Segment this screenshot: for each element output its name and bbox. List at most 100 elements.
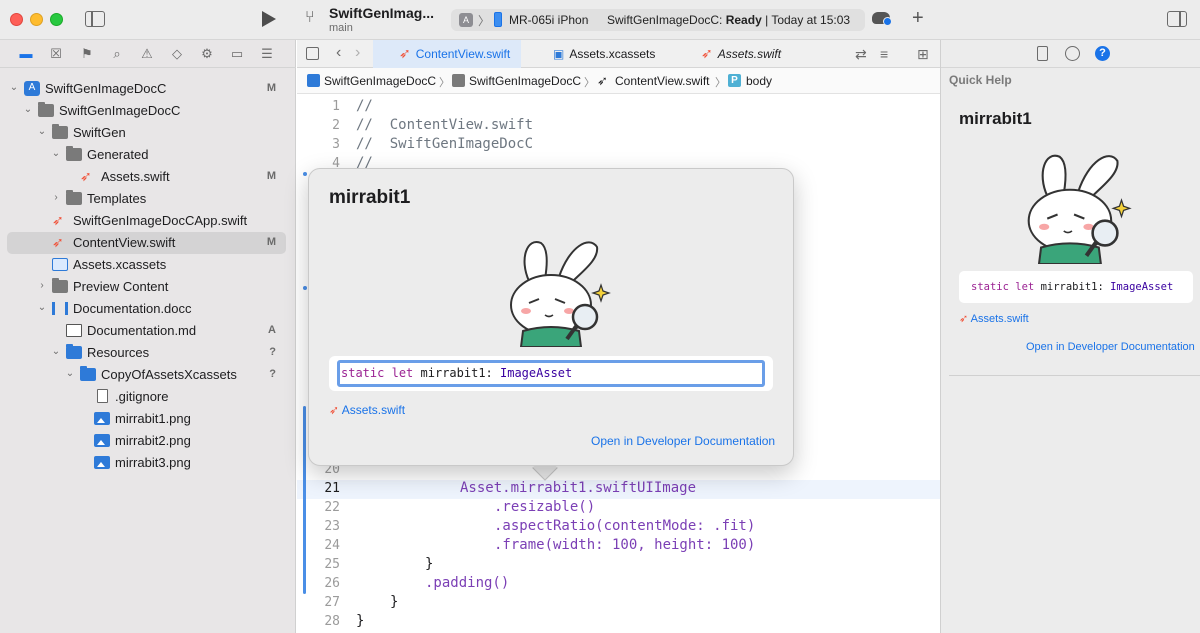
tree-row-group[interactable]: ⌄ Documentation.docc xyxy=(7,298,286,320)
code-text: } xyxy=(356,613,365,629)
warning-icon[interactable]: ⚠ xyxy=(139,46,155,62)
tab-contentview[interactable]: ➶ ContentView.swift xyxy=(373,40,521,68)
cloud-icon[interactable] xyxy=(872,12,892,26)
inspector-tabs: ? xyxy=(941,40,1200,68)
tree-row-group[interactable]: ⌄ Generated xyxy=(7,144,286,166)
change-indicator[interactable] xyxy=(303,406,306,594)
scheme-activity-view[interactable]: A 〉 MR-065i iPhone SwiftGenImageDocC: Re… xyxy=(451,9,865,31)
tree-row-file[interactable]: mirrabit2.png xyxy=(7,430,286,452)
project-icon xyxy=(307,74,320,87)
branch-icon: ⑂ xyxy=(305,9,315,26)
code-line[interactable]: 25} xyxy=(297,556,940,575)
tree-row-group[interactable]: ⌄ Resources ? xyxy=(7,342,286,364)
tree-row-group[interactable]: › Preview Content xyxy=(7,276,286,298)
split-editor-icon[interactable]: ⊞ xyxy=(917,46,929,63)
jump-bar-group[interactable]: SwiftGenImageDocC xyxy=(469,74,581,88)
project-title[interactable]: SwiftGenImag... xyxy=(329,5,434,21)
close-window-button[interactable] xyxy=(10,13,23,26)
inspector-toggle-icon[interactable] xyxy=(1167,11,1187,27)
chevron-down-icon[interactable]: ⌄ xyxy=(9,82,19,93)
add-icon[interactable]: + xyxy=(912,8,924,28)
open-documentation-link[interactable]: Open in Developer Documentation xyxy=(591,434,775,448)
line-number: 28 xyxy=(324,614,340,629)
code-line[interactable]: 27} xyxy=(297,594,940,613)
run-destination[interactable]: MR-065i iPhone xyxy=(509,13,589,27)
code-line-current[interactable]: 21 Asset.mirrabit1.swiftUIImage xyxy=(297,480,940,499)
code-line[interactable]: 28} xyxy=(297,613,940,632)
tab-assets-xcassets[interactable]: ▣ Assets.xcassets xyxy=(533,40,673,68)
code-line[interactable]: 1 // xyxy=(297,98,940,117)
book-icon xyxy=(66,324,82,337)
breakpoint-icon[interactable]: ▭ xyxy=(229,46,245,62)
open-documentation-link[interactable]: Open in Developer Documentation xyxy=(1026,341,1195,353)
code-line[interactable]: 22 .resizable() xyxy=(297,499,940,518)
tree-row-project[interactable]: ⌄ A SwiftGenImageDocC M xyxy=(7,78,286,100)
code-line[interactable]: 2 // ContentView.swift xyxy=(297,117,940,136)
popover-source-link[interactable]: ➶ Assets.swift xyxy=(329,403,405,417)
search-icon[interactable]: ⌕ xyxy=(109,46,125,62)
file-inspector-icon[interactable] xyxy=(1037,46,1048,61)
tree-row-file-selected[interactable]: ➶ ContentView.swift M xyxy=(7,232,286,254)
chevron-down-icon[interactable]: ⌄ xyxy=(37,126,47,137)
folder-icon[interactable]: ▬ xyxy=(18,46,34,62)
code-line[interactable]: 26 .padding() xyxy=(297,575,940,594)
tree-row-file[interactable]: Assets.xcassets xyxy=(7,254,286,276)
chevron-down-icon[interactable]: ⌄ xyxy=(51,346,61,357)
change-marker-icon[interactable] xyxy=(303,172,307,176)
tree-row-group[interactable]: › Templates xyxy=(7,188,286,210)
tree-row-label: SwiftGenImageDocC xyxy=(45,81,167,96)
test-icon[interactable]: ◇ xyxy=(169,46,185,62)
tree-row-file[interactable]: ➶ Assets.swift M xyxy=(7,166,286,188)
project-navigator: ▬ ☒ ⚑ ⌕ ⚠ ◇ ⚙ ▭ ☰ ⌄ A SwiftGenImageDocC … xyxy=(0,40,296,633)
tree-row-file[interactable]: Documentation.md A xyxy=(7,320,286,342)
tab-assets-swift[interactable]: ➶ Assets.swift xyxy=(683,40,813,68)
tree-row-file[interactable]: .gitignore xyxy=(7,386,286,408)
code-text: .padding() xyxy=(425,575,510,591)
line-number: 2 xyxy=(332,118,340,133)
code-line[interactable]: 3 // SwiftGenImageDocC xyxy=(297,136,940,155)
minimize-window-button[interactable] xyxy=(30,13,43,26)
related-items-icon[interactable]: ⇄ xyxy=(855,46,867,63)
bookmark-icon[interactable]: ⚑ xyxy=(79,46,95,62)
quick-help-declaration[interactable]: static let mirrabit1: ImageAsset xyxy=(959,271,1193,303)
back-icon[interactable]: ‹ xyxy=(336,44,341,62)
quick-help-source-link[interactable]: ➶ Assets.swift xyxy=(959,313,1029,326)
code-line[interactable]: 24 .frame(width: 100, height: 100) xyxy=(297,537,940,556)
navigator-toggle-icon[interactable] xyxy=(85,11,105,27)
history-icon[interactable] xyxy=(1065,46,1080,61)
quick-help-popover: mirrabit1 static let mirrabit1: ImageAss… xyxy=(308,168,794,466)
tree-row-file[interactable]: mirrabit3.png xyxy=(7,452,286,474)
code-text: // ContentView.swift xyxy=(356,117,534,133)
editor-options-icon[interactable]: ≡ xyxy=(880,46,888,62)
jump-bar-file[interactable]: ContentView.swift xyxy=(615,74,710,88)
quick-help-icon[interactable]: ? xyxy=(1095,46,1110,61)
source-control-icon[interactable]: ☒ xyxy=(48,46,64,62)
tree-row-group[interactable]: ⌄ SwiftGen xyxy=(7,122,286,144)
tree-row-group[interactable]: ⌄ CopyOfAssetsXcassets ? xyxy=(7,364,286,386)
chevron-down-icon[interactable]: ⌄ xyxy=(65,368,75,379)
chevron-down-icon[interactable]: ⌄ xyxy=(51,148,61,159)
asset-catalog-icon: ▣ xyxy=(553,47,565,61)
tree-row-label: Assets.xcassets xyxy=(73,257,167,272)
change-marker-icon[interactable] xyxy=(303,286,307,290)
app-scheme-icon[interactable]: A xyxy=(459,13,473,27)
zoom-window-button[interactable] xyxy=(50,13,63,26)
code-line[interactable]: 23 .aspectRatio(contentMode: .fit) xyxy=(297,518,940,537)
debug-icon[interactable]: ⚙ xyxy=(199,46,215,62)
forward-icon[interactable]: › xyxy=(355,44,360,62)
report-icon[interactable]: ☰ xyxy=(259,46,275,62)
jump-bar-project[interactable]: SwiftGenImageDocC xyxy=(324,74,436,88)
tree-row-group[interactable]: ⌄ SwiftGenImageDocC xyxy=(7,100,286,122)
chevron-right-icon[interactable]: › xyxy=(51,192,61,203)
tree-row-file[interactable]: mirrabit1.png xyxy=(7,408,286,430)
chevron-right-icon[interactable]: › xyxy=(37,280,47,291)
run-button[interactable] xyxy=(262,11,276,27)
grid-icon[interactable] xyxy=(306,47,319,60)
tree-row-file[interactable]: ➶ SwiftGenImageDocCApp.swift xyxy=(7,210,286,232)
chevron-down-icon[interactable]: ⌄ xyxy=(23,104,33,115)
popover-declaration[interactable]: static let mirrabit1: ImageAsset xyxy=(329,356,773,391)
declaration-code: static let mirrabit1: ImageAsset xyxy=(341,366,572,380)
project-icon: A xyxy=(24,81,40,96)
jump-bar-symbol[interactable]: body xyxy=(746,74,772,88)
chevron-down-icon[interactable]: ⌄ xyxy=(37,302,47,313)
